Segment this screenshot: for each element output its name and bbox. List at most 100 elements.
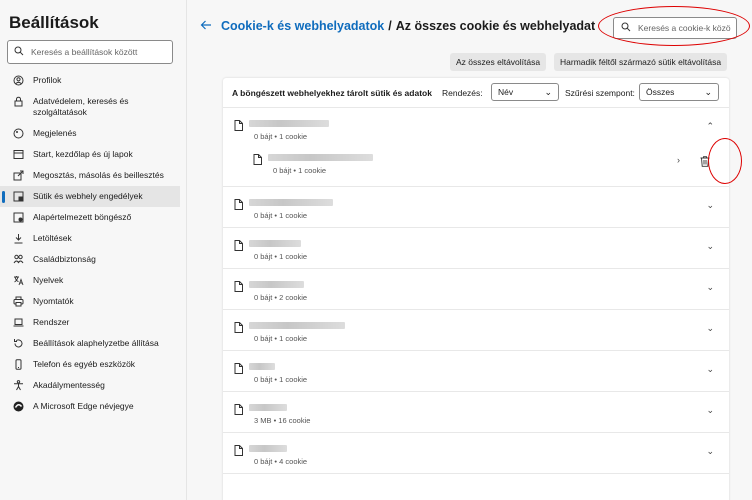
- sidebar-item-label: Sütik és webhely engedélyek: [33, 191, 143, 201]
- download-icon: [13, 233, 24, 244]
- cookie-search-placeholder: Keresés a cookie-k közö: [638, 23, 731, 33]
- sidebar: Beállítások Keresés a beállítások között…: [0, 0, 187, 500]
- language-icon: [13, 275, 24, 286]
- chevron-up-icon[interactable]: ⌃: [706, 121, 714, 132]
- document-icon: [253, 152, 262, 170]
- trash-icon[interactable]: [700, 154, 710, 172]
- site-meta: 0 bájt • 2 cookie: [254, 293, 308, 302]
- remove-all-button[interactable]: Az összes eltávolítása: [450, 53, 547, 71]
- chevron-right-icon[interactable]: ›: [677, 155, 680, 165]
- sidebar-item-reset[interactable]: Beállítások alaphelyzetbe állítása: [0, 333, 180, 354]
- site-meta: 0 bájt • 1 cookie: [254, 375, 308, 384]
- site-meta: 3 MB • 16 cookie: [254, 416, 311, 425]
- sort-label: Rendezés:: [442, 88, 483, 98]
- redacted-site-name: [249, 404, 287, 411]
- breadcrumb-separator: /: [388, 19, 392, 33]
- site-meta: 0 bájt • 1 cookie: [254, 334, 308, 343]
- settings-title: Beállítások: [9, 13, 99, 32]
- search-icon: [621, 19, 631, 37]
- redacted-site-name: [249, 363, 275, 370]
- sidebar-item-cookies[interactable]: Sütik és webhely engedélyek: [0, 186, 180, 207]
- site-row[interactable]: 0 bájt • 1 cookie ⌃: [223, 108, 729, 143]
- sort-value: Név: [498, 87, 514, 97]
- cookie-meta: 0 bájt • 1 cookie: [273, 166, 327, 175]
- list-heading: A böngészett webhelyekhez tárolt sütik é…: [232, 87, 432, 98]
- sidebar-item-about[interactable]: A Microsoft Edge névjegye: [0, 396, 180, 417]
- site-row[interactable]: 0 bájt • 1 cookie ⌄: [223, 310, 729, 351]
- sidebar-item-label: Alapértelmezett böngésző: [33, 212, 132, 222]
- site-meta: 0 bájt • 1 cookie: [254, 132, 308, 141]
- sidebar-item-system[interactable]: Rendszer: [0, 312, 180, 333]
- site-row[interactable]: 0 bájt • 1 cookie ⌄: [223, 187, 729, 228]
- site-row[interactable]: 0 bájt • 1 cookie ⌄: [223, 351, 729, 392]
- home-tab-icon: [13, 149, 24, 160]
- page-title: Az összes cookie és webhelyadat: [395, 19, 596, 33]
- sidebar-item-family[interactable]: Családbiztonság: [0, 249, 180, 270]
- sidebar-item-label: Megosztás, másolás és beillesztés: [33, 170, 164, 180]
- sidebar-item-appearance[interactable]: Megjelenés: [0, 123, 180, 144]
- sidebar-item-label: Beállítások alaphelyzetbe állítása: [33, 338, 159, 348]
- cookie-subrow[interactable]: 0 bájt • 1 cookie ›: [223, 143, 729, 187]
- redacted-site-name: [249, 281, 304, 288]
- breadcrumb: Cookie-k és webhelyadatok / Az összes co…: [200, 18, 595, 34]
- sidebar-item-languages[interactable]: Nyelvek: [0, 270, 180, 291]
- sidebar-item-default-browser[interactable]: Alapértelmezett böngésző: [0, 207, 180, 228]
- site-row[interactable]: 3 MB • 16 cookie ⌄: [223, 392, 729, 433]
- chevron-down-icon[interactable]: ⌄: [706, 200, 714, 211]
- sidebar-item-start-page[interactable]: Start, kezdőlap és új lapok: [0, 144, 180, 165]
- document-icon: [234, 361, 243, 379]
- site-meta: 0 bájt • 1 cookie: [254, 252, 308, 261]
- chevron-down-icon[interactable]: ⌄: [706, 241, 714, 252]
- sidebar-item-label: A Microsoft Edge névjegye: [33, 401, 134, 411]
- sidebar-item-label: Rendszer: [33, 317, 70, 327]
- document-icon: [234, 402, 243, 420]
- laptop-icon: [13, 317, 24, 328]
- back-arrow-icon[interactable]: [200, 18, 212, 34]
- settings-search-input[interactable]: Keresés a beállítások között: [7, 40, 173, 64]
- chevron-down-icon[interactable]: ⌄: [706, 282, 714, 293]
- filter-select[interactable]: Összes ⌄: [639, 83, 719, 101]
- sidebar-item-label: Profilok: [33, 75, 62, 85]
- sidebar-item-share[interactable]: Megosztás, másolás és beillesztés: [0, 165, 180, 186]
- chevron-down-icon[interactable]: ⌄: [706, 364, 714, 375]
- document-icon: [234, 443, 243, 461]
- chevron-down-icon[interactable]: ⌄: [706, 405, 714, 416]
- site-meta: 0 bájt • 1 cookie: [254, 211, 308, 220]
- profile-icon: [13, 75, 24, 86]
- redacted-site-name: [249, 445, 287, 452]
- redacted-site-name: [249, 120, 329, 127]
- appearance-icon: [13, 128, 24, 139]
- chevron-down-icon: ⌄: [544, 87, 552, 97]
- sidebar-item-printers[interactable]: Nyomtatók: [0, 291, 180, 312]
- search-icon: [14, 43, 24, 61]
- edge-logo-icon: [13, 401, 24, 412]
- sidebar-item-label: Nyelvek: [33, 275, 64, 285]
- phone-icon: [13, 359, 24, 370]
- sidebar-item-profiles[interactable]: Profilok: [0, 70, 180, 91]
- sidebar-item-downloads[interactable]: Letöltések: [0, 228, 180, 249]
- share-icon: [13, 170, 24, 181]
- remove-third-party-button[interactable]: Harmadik féltől származó sütik eltávolít…: [554, 53, 728, 71]
- cookie-search-input[interactable]: Keresés a cookie-k közö: [613, 17, 737, 39]
- settings-search-placeholder: Keresés a beállítások között: [31, 47, 138, 57]
- document-icon: [234, 238, 243, 256]
- printer-icon: [13, 296, 24, 307]
- site-row[interactable]: 0 bájt • 4 cookie ⌄: [223, 433, 729, 474]
- sort-select[interactable]: Név ⌄: [491, 83, 559, 101]
- redacted-cookie-name: [268, 154, 373, 161]
- reset-icon: [13, 338, 24, 349]
- family-icon: [13, 254, 24, 265]
- sidebar-item-privacy[interactable]: Adatvédelem, keresés és szolgáltatások: [0, 91, 180, 123]
- site-row[interactable]: 0 bájt • 2 cookie ⌄: [223, 269, 729, 310]
- sidebar-item-label: Akadálymentesség: [33, 380, 105, 390]
- chevron-down-icon[interactable]: ⌄: [706, 323, 714, 334]
- sidebar-item-accessibility[interactable]: Akadálymentesség: [0, 375, 180, 396]
- document-icon: [234, 320, 243, 338]
- sidebar-item-phone[interactable]: Telefon és egyéb eszközök: [0, 354, 180, 375]
- breadcrumb-link-cookies[interactable]: Cookie-k és webhelyadatok: [221, 19, 384, 33]
- chevron-down-icon[interactable]: ⌄: [706, 446, 714, 457]
- chevron-down-icon: ⌄: [704, 87, 712, 97]
- sidebar-nav: Profilok Adatvédelem, keresés és szolgál…: [0, 70, 180, 417]
- site-row[interactable]: 0 bájt • 1 cookie ⌄: [223, 228, 729, 269]
- redacted-site-name: [249, 199, 333, 206]
